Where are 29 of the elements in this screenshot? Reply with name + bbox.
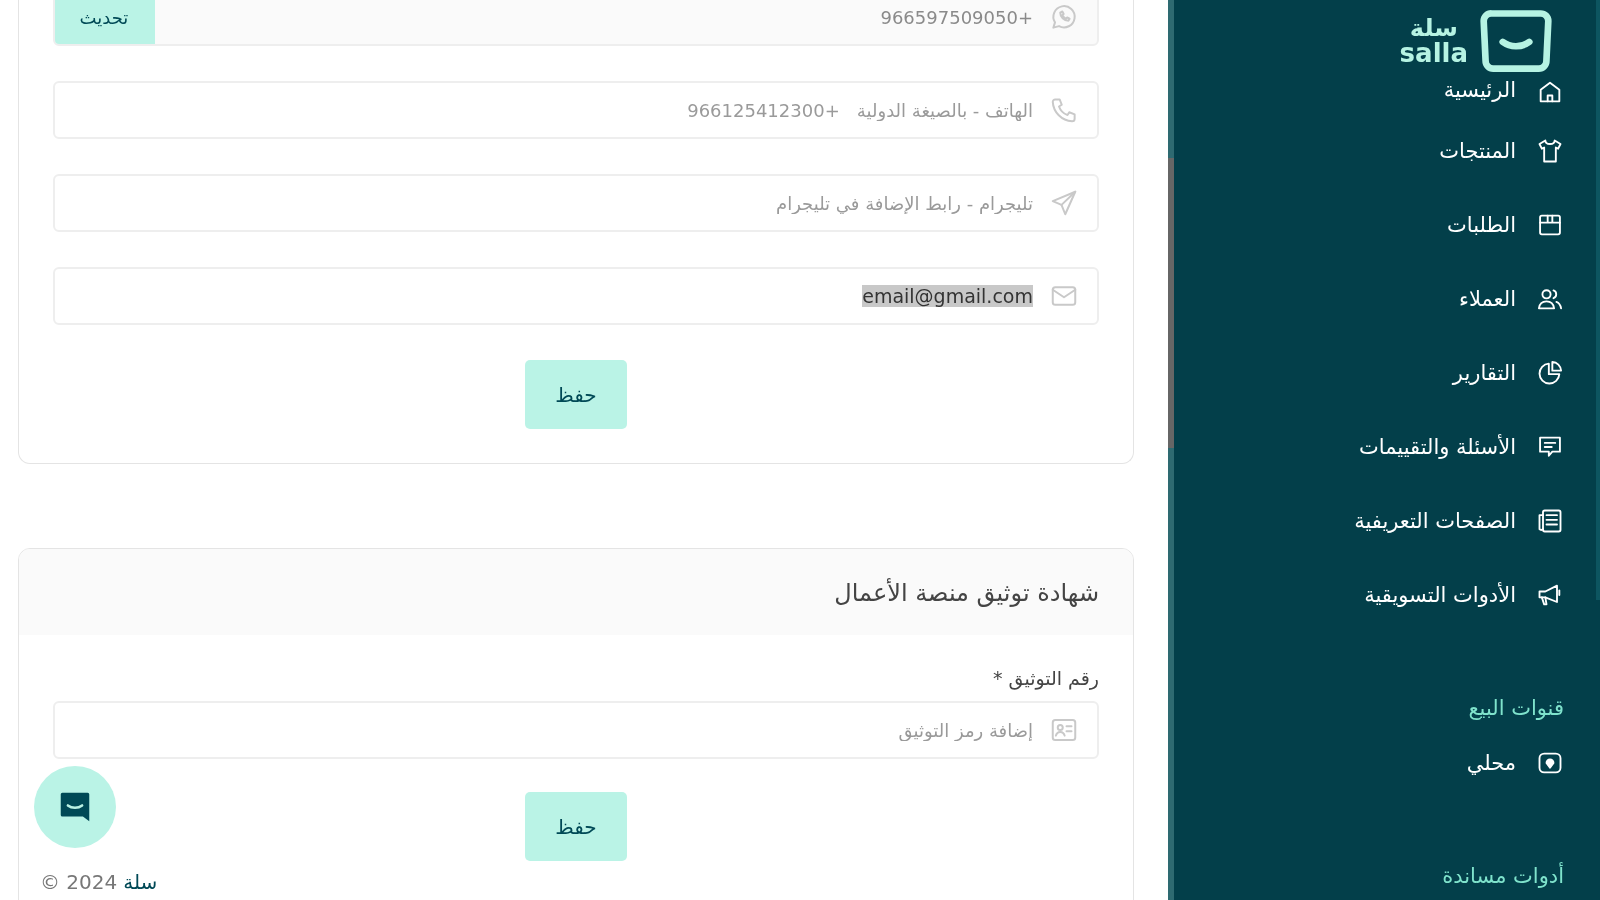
phone-icon — [1049, 95, 1079, 125]
whatsapp-icon — [1049, 2, 1079, 32]
pie-chart-icon — [1536, 359, 1564, 387]
field-label: رقم التوثيق * — [992, 667, 1099, 689]
sidebar-item[interactable]: الأسئلة والتقييمات — [1192, 410, 1564, 484]
card-title: شهادة توثيق منصة الأعمال — [833, 579, 1099, 607]
sidebar-item[interactable]: الأدوات التسويقية — [1192, 558, 1564, 632]
save-button[interactable]: حفظ — [525, 360, 627, 429]
sidebar-item[interactable]: العملاء — [1192, 262, 1564, 336]
bag-smile-logo-icon — [1478, 9, 1554, 73]
copyright-text: © 2024 — [40, 870, 118, 894]
sidebar-item[interactable]: الرئيسية — [1192, 78, 1564, 114]
sidebar-item[interactable]: التقارير — [1192, 336, 1564, 410]
sidebar-item[interactable]: الصفحات التعريفية — [1192, 484, 1564, 558]
logo-text: salla — [1399, 40, 1468, 66]
shirt-icon — [1536, 137, 1564, 165]
brand-link[interactable]: سلة — [123, 870, 158, 894]
save-button[interactable]: حفظ — [525, 792, 627, 861]
sidebar-item[interactable]: المنتجات — [1192, 114, 1564, 188]
selected-text: email@gmail.com — [862, 285, 1033, 307]
sidebar-item[interactable]: محلي — [1192, 726, 1564, 800]
logo-text: سلة — [1409, 16, 1458, 40]
newspaper-icon — [1536, 507, 1564, 535]
sidebar-section-heading: قنوات البيع — [1467, 695, 1564, 722]
paper-plane-icon — [1049, 188, 1079, 218]
sidebar-item[interactable]: الطلبات — [1192, 188, 1564, 262]
scrollbar[interactable] — [1168, 0, 1174, 900]
input-field[interactable]: email@gmail.com — [53, 267, 1099, 325]
sidebar-section-heading: أدوات مساندة — [1441, 861, 1564, 890]
